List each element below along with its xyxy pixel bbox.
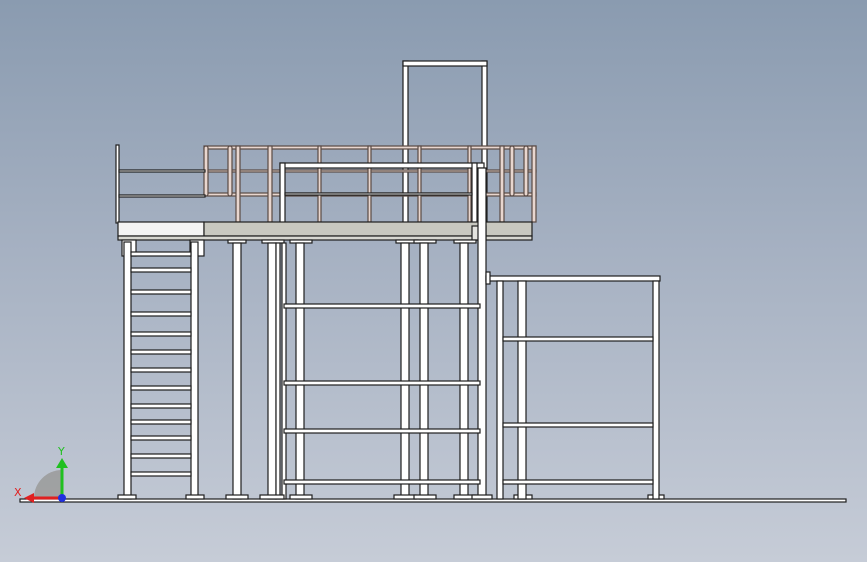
base-plates [225, 494, 665, 500]
coordinate-triad: Y X [14, 445, 68, 503]
y-arrow-icon [56, 458, 68, 468]
triad-x-label: X [14, 486, 22, 499]
access-ladder [117, 241, 205, 500]
inner-bracing [281, 242, 481, 500]
platform-deck [117, 221, 533, 241]
z-axis-icon [58, 494, 66, 502]
triad-y-label: Y [57, 445, 65, 458]
side-frame [485, 271, 661, 500]
triad-arc [34, 470, 62, 498]
graphics-viewport[interactable]: Y X [0, 0, 867, 562]
left-end-railing [115, 144, 206, 224]
platform-drawing: Y X [14, 60, 847, 503]
